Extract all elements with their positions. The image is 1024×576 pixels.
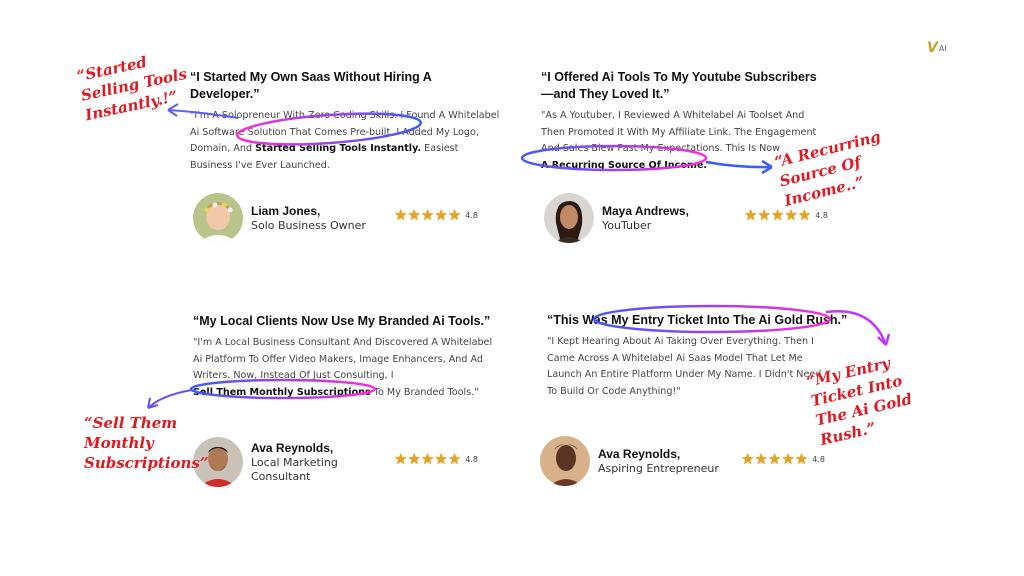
testimonial-title: “I Offered Ai Tools To My Youtube Subscr…	[541, 70, 817, 101]
star-icon: ★★★★★	[394, 451, 462, 468]
testimonial-title: “I Started My Own Saas Without Hiring A …	[190, 70, 432, 101]
author-liam: Liam Jones, Solo Business Owner	[193, 193, 366, 243]
logo-text: AI	[938, 43, 947, 53]
testimonial-card-ava-entrepreneur: “This Was My Entry Ticket Into The Ai Go…	[547, 312, 847, 400]
rating: ★★★★★ 4.8	[744, 208, 828, 223]
testimonial-card-liam: “I Started My Own Saas Without Hiring A …	[190, 69, 500, 174]
arrow	[147, 389, 193, 409]
rating-value: 4.8	[812, 455, 825, 464]
author-role: Local Marketing Consultant	[251, 455, 338, 483]
annotation-monthly-subscriptions: “Sell Them Monthly Subscriptions”	[84, 414, 209, 472]
avatar-image	[540, 436, 590, 486]
testimonial-body: "I Kept Hearing About Ai Taking Over Eve…	[547, 336, 822, 397]
title-highlight: My Entry Ticket Into The Ai Gold Rush.	[611, 313, 842, 327]
body-text: To My Branded Tools."	[370, 386, 479, 398]
title-text: “This Was	[547, 313, 612, 327]
logo-mark: V	[927, 40, 938, 56]
testimonial-title: “My Local Clients Now Use My Branded Ai …	[193, 314, 491, 328]
rating-value: 4.8	[815, 211, 828, 220]
brand-logo: V AI	[927, 40, 947, 56]
author-name: Maya Andrews,	[602, 203, 689, 218]
author-maya: Maya Andrews, YouTuber	[544, 193, 689, 243]
author-role: Solo Business Owner	[251, 218, 366, 232]
avatar-image	[544, 193, 594, 243]
author-name: Liam Jones,	[251, 203, 321, 218]
highlight-text: Started Selling Tools Instantly.	[255, 143, 422, 154]
body-text: "I'm A Local Business Consultant And Dis…	[193, 337, 493, 381]
body-text: "	[707, 159, 712, 171]
rating-value: 4.8	[465, 455, 478, 464]
rating: ★★★★★ 4.8	[394, 452, 478, 467]
author-role: Aspiring Entrepreneur	[598, 461, 719, 475]
star-icon: ★★★★★	[394, 207, 462, 224]
testimonial-title: “This Was My Entry Ticket Into The Ai Go…	[547, 312, 847, 329]
testimonial-body: "I'm A Local Business Consultant And Dis…	[193, 335, 493, 401]
author-ava-entrepreneur: Ava Reynolds, Aspiring Entrepreneur	[540, 436, 719, 486]
author-name: Ava Reynolds,	[251, 440, 334, 455]
avatar	[193, 193, 243, 243]
avatar-image	[193, 193, 243, 243]
title-text: ”	[841, 313, 848, 327]
testimonial-card-ava-consultant: “My Local Clients Now Use My Branded Ai …	[193, 313, 493, 401]
author-role: YouTuber	[602, 218, 652, 232]
rating: ★★★★★ 4.8	[741, 452, 825, 467]
body-text: "As A Youtuber, I Reviewed A Whitelabel …	[541, 110, 817, 154]
highlight-text: A Recurring Source Of Income.	[541, 159, 708, 171]
testimonial-body: "I'm A Solopreneur With Zero Coding Skil…	[190, 108, 500, 174]
avatar	[540, 436, 590, 486]
star-icon: ★★★★★	[741, 451, 809, 468]
star-icon: ★★★★★	[744, 207, 812, 224]
highlight-text: Sell Them Monthly Subscriptions	[193, 386, 371, 398]
rating: ★★★★★ 4.8	[394, 208, 478, 223]
annotation-started-selling: “Started Selling Tools Instantly.!”	[75, 52, 189, 125]
rating-value: 4.8	[465, 211, 478, 220]
author-name: Ava Reynolds,	[598, 446, 681, 461]
avatar	[544, 193, 594, 243]
